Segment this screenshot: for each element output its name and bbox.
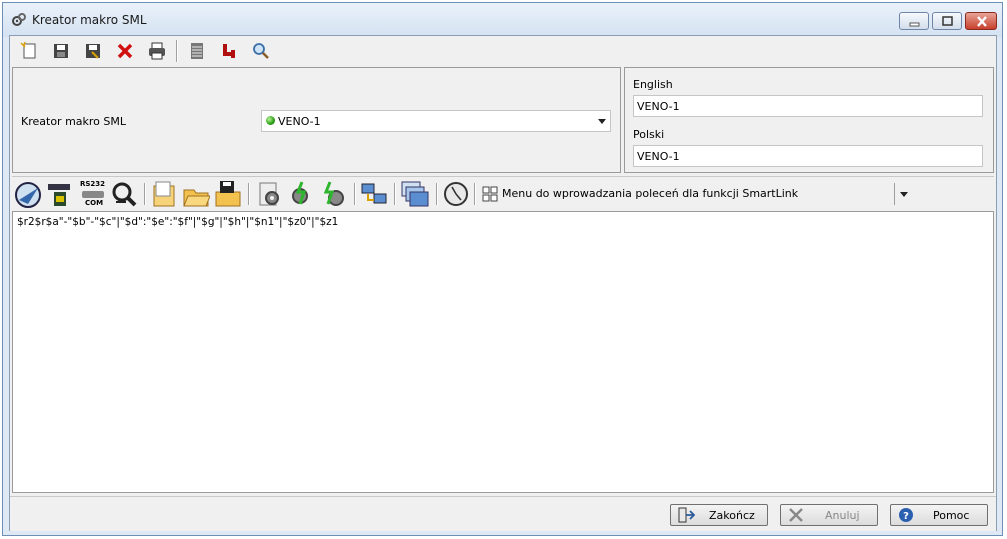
document-button[interactable] (150, 180, 178, 208)
polish-field[interactable]: VENO-1 (633, 145, 983, 167)
new-button[interactable] (18, 40, 40, 62)
save-folder-icon (215, 181, 241, 207)
tree-button[interactable] (218, 40, 240, 62)
print-button[interactable] (146, 40, 168, 62)
dropdown-separator (894, 183, 895, 205)
macro-toolbar: RS232 COM Menu do wprowadzania poleceń d… (12, 176, 994, 211)
navigator-button[interactable] (14, 180, 42, 208)
cancel-icon (789, 508, 803, 522)
navigator-icon (15, 182, 41, 208)
toolbar-separator (394, 183, 396, 205)
minimize-icon (909, 22, 920, 27)
english-field[interactable]: VENO-1 (633, 95, 983, 117)
maximize-button[interactable] (932, 12, 962, 30)
svg-text:?: ? (903, 511, 909, 522)
device-button[interactable] (46, 180, 74, 208)
document-icon (153, 181, 175, 207)
search-button[interactable] (250, 40, 272, 62)
help-icon: ? (899, 508, 913, 522)
chevron-down-icon (598, 119, 606, 124)
polish-label: Polski (633, 128, 665, 141)
network-icon (361, 183, 387, 204)
list-button[interactable] (186, 40, 208, 62)
open-folder-icon (183, 189, 210, 207)
help-button[interactable]: ? Pomoc (890, 504, 988, 526)
print-icon (149, 42, 165, 60)
clock-icon (444, 182, 468, 206)
main-toolbar (10, 36, 996, 66)
minimize-button[interactable] (899, 12, 929, 30)
delete-icon (117, 43, 133, 59)
rs232-label: RS232 (80, 180, 106, 188)
rs232-com-button[interactable]: RS232 COM (78, 180, 108, 208)
smartlink-menu-label: Menu do wprowadzania poleceń dla funkcji… (502, 187, 799, 200)
clock-button[interactable] (442, 180, 470, 208)
maximize-icon (942, 16, 953, 26)
layers-icon (401, 181, 429, 207)
search-link-button[interactable] (110, 180, 138, 208)
advanced-settings-icon (323, 181, 344, 206)
macro-select[interactable]: VENO-1 (261, 110, 611, 132)
macro-panel: Kreator makro SML VENO-1 (12, 67, 621, 173)
save-as-icon (86, 44, 100, 59)
save-button[interactable] (50, 40, 72, 62)
save-folder-button[interactable] (214, 180, 242, 208)
button-bar: Zakończ Anuluj ? Pomoc (10, 496, 996, 531)
chevron-down-icon[interactable] (900, 192, 908, 197)
search-link-icon (112, 182, 137, 207)
delete-button[interactable] (114, 40, 136, 62)
toolbar-separator (436, 183, 438, 205)
properties-panel: Kreator makro SML VENO-1 English VENO-1 … (12, 67, 994, 175)
status-indicator-icon (266, 116, 275, 125)
toolbar-separator (248, 183, 250, 205)
settings-icon (259, 182, 279, 206)
toolbar-separator (176, 40, 178, 62)
cancel-label: Anuluj (825, 509, 860, 522)
close-icon (977, 16, 987, 27)
help-label: Pomoc (933, 509, 970, 522)
search-icon (253, 43, 269, 59)
list-icon (191, 43, 203, 59)
macro-select-value: VENO-1 (278, 115, 321, 128)
device-icon (48, 184, 70, 206)
title-bar: Kreator makro SML (3, 3, 1002, 37)
run-settings-button[interactable] (288, 180, 316, 208)
new-icon (20, 41, 36, 59)
gears-icon (11, 12, 27, 28)
cancel-button[interactable]: Anuluj (780, 504, 878, 526)
grid-icon (482, 186, 498, 202)
layers-button[interactable] (400, 180, 429, 208)
macro-label: Kreator makro SML (21, 115, 126, 128)
smartlink-menu-dropdown[interactable]: Menu do wprowadzania poleceń dla funkcji… (476, 181, 914, 207)
client-area: Kreator makro SML VENO-1 English VENO-1 … (9, 35, 997, 531)
close-button[interactable] (965, 12, 997, 30)
translations-panel: English VENO-1 Polski VENO-1 (624, 67, 994, 173)
tree-icon (223, 44, 235, 58)
save-as-button[interactable] (82, 40, 104, 62)
toolbar-separator (144, 183, 146, 205)
window-title: Kreator makro SML (32, 13, 147, 27)
network-button[interactable] (360, 180, 388, 208)
main-window: Kreator makro SML Kreator makro SML VENO… (2, 2, 1003, 536)
toolbar-separator (354, 183, 356, 205)
finish-label: Zakończ (709, 509, 755, 522)
exit-door-icon (678, 507, 695, 523)
advanced-settings-button[interactable] (320, 180, 348, 208)
settings-button[interactable] (256, 180, 284, 208)
open-folder-button[interactable] (182, 180, 210, 208)
finish-button[interactable]: Zakończ (670, 504, 768, 526)
english-label: English (633, 78, 673, 91)
run-settings-icon (292, 181, 308, 205)
com-label: COM (85, 199, 104, 207)
save-icon (54, 44, 68, 58)
macro-editor[interactable]: $r2$r$a"-"$b"-"$c"|"$d":"$e":"$f"|"$g"|"… (12, 211, 994, 493)
macro-code-text: $r2$r$a"-"$b"-"$c"|"$d":"$e":"$f"|"$g"|"… (17, 216, 339, 228)
